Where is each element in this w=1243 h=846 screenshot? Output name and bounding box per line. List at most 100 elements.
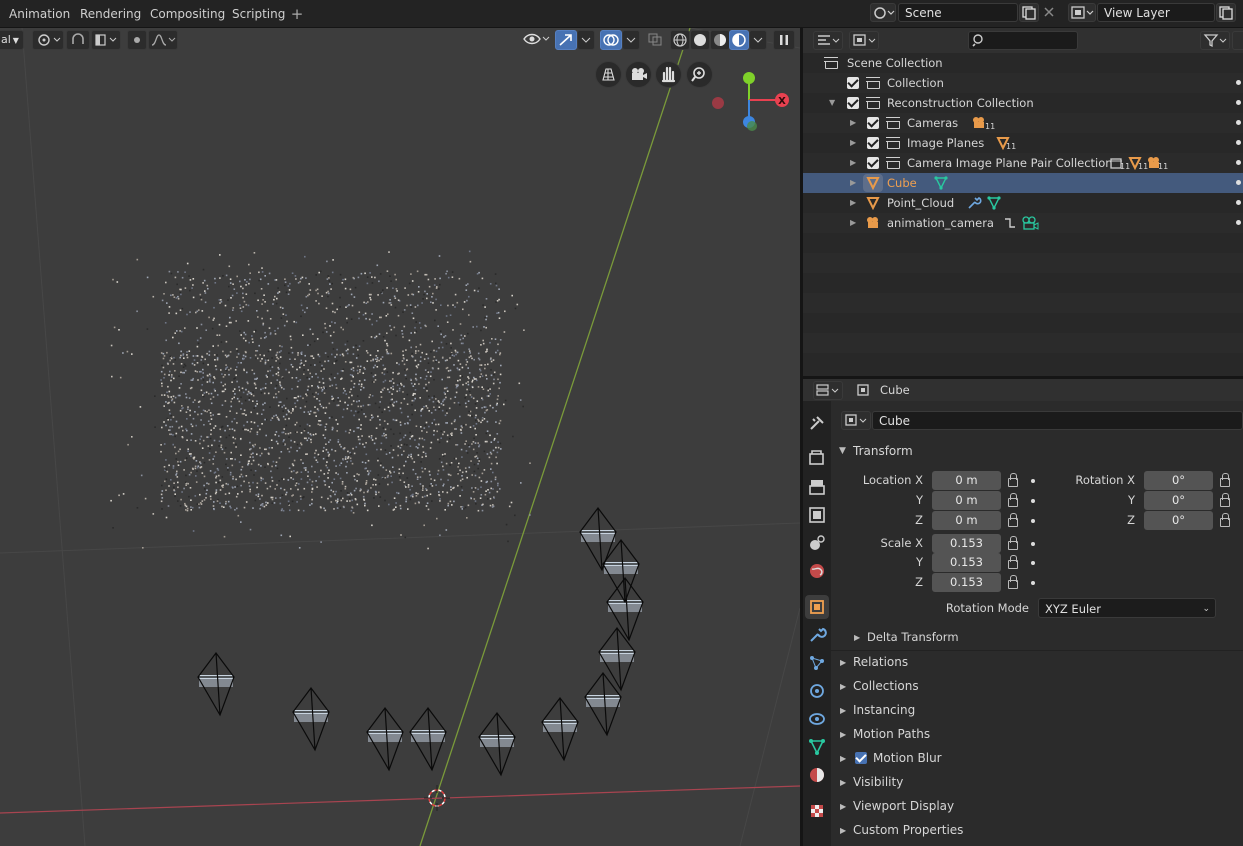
tree-row-cube[interactable]: ▶ Cube bbox=[803, 173, 1243, 193]
tree-row-collection[interactable]: Collection bbox=[803, 73, 1243, 93]
3d-viewport[interactable]: al ▼ X bbox=[0, 28, 800, 846]
tree-row-image-planes[interactable]: ▶ Image Planes 11 bbox=[803, 133, 1243, 153]
tab-rendering[interactable]: Rendering bbox=[71, 4, 150, 25]
subpanel-delta-transform[interactable]: ▶ Delta Transform bbox=[831, 626, 1243, 649]
outliner-search-input[interactable] bbox=[968, 31, 1078, 50]
scale-z-field[interactable]: 0.153 bbox=[932, 573, 1001, 592]
panel-transform[interactable]: ▼ Transform bbox=[831, 440, 1243, 463]
lock-icon[interactable] bbox=[1220, 513, 1230, 527]
lock-icon[interactable] bbox=[1008, 555, 1018, 569]
rotation-y-field[interactable]: 0° bbox=[1144, 491, 1213, 510]
lock-icon[interactable] bbox=[1008, 473, 1018, 487]
gizmo-toggle-icon[interactable] bbox=[555, 30, 577, 50]
panel-motion-paths[interactable]: ▶ Motion Paths bbox=[831, 723, 1243, 746]
new-view-layer-icon[interactable] bbox=[1216, 3, 1236, 22]
tab-render-icon[interactable] bbox=[805, 446, 829, 470]
keyframe-dot-icon[interactable] bbox=[1031, 499, 1035, 503]
lock-icon[interactable] bbox=[1008, 493, 1018, 507]
expand-arrow-icon[interactable]: ▼ bbox=[829, 93, 835, 113]
scene-name-field[interactable]: Scene bbox=[898, 3, 1018, 22]
location-x-field[interactable]: 0 m bbox=[932, 471, 1001, 490]
keyframe-dot-icon[interactable] bbox=[1031, 561, 1035, 565]
object-browse-icon[interactable] bbox=[841, 411, 871, 430]
scale-x-field[interactable]: 0.153 bbox=[932, 534, 1001, 553]
exclude-checkbox[interactable] bbox=[867, 137, 879, 149]
tree-row-animation-camera[interactable]: ▶ animation_camera bbox=[803, 213, 1243, 233]
tab-scripting[interactable]: Scripting bbox=[223, 4, 294, 25]
visibility-icon[interactable] bbox=[521, 30, 551, 50]
tab-material-icon[interactable] bbox=[805, 763, 829, 787]
tab-view-layer-icon[interactable] bbox=[805, 503, 829, 527]
filter-icon[interactable] bbox=[1200, 31, 1230, 50]
snap-icon[interactable] bbox=[66, 30, 90, 50]
navigation-gizmo[interactable]: X bbox=[705, 68, 800, 143]
solid-shading-icon[interactable] bbox=[690, 30, 710, 50]
tab-compositing[interactable]: Compositing bbox=[141, 4, 234, 25]
viewport-scene[interactable] bbox=[0, 28, 800, 846]
collapse-arrow-icon[interactable]: ▶ bbox=[850, 133, 856, 153]
new-scene-icon[interactable] bbox=[1019, 3, 1039, 22]
camera-view-icon[interactable] bbox=[625, 61, 652, 88]
exclude-checkbox[interactable] bbox=[847, 97, 859, 109]
lock-icon[interactable] bbox=[1008, 536, 1018, 550]
exclude-checkbox[interactable] bbox=[867, 117, 879, 129]
panel-viewport-display[interactable]: ▶ Viewport Display bbox=[831, 795, 1243, 818]
falloff-icon[interactable] bbox=[148, 30, 178, 50]
overlays-dropdown-icon[interactable] bbox=[622, 30, 640, 50]
tab-output-icon[interactable] bbox=[805, 475, 829, 499]
material-shading-icon[interactable] bbox=[710, 30, 730, 50]
location-z-field[interactable]: 0 m bbox=[932, 511, 1001, 530]
tab-constraints-icon[interactable] bbox=[805, 707, 829, 731]
new-collection-icon[interactable] bbox=[1232, 31, 1243, 50]
panel-motion-blur[interactable]: ▶ Motion Blur bbox=[831, 747, 1243, 770]
location-y-field[interactable]: 0 m bbox=[932, 491, 1001, 510]
object-mode-select[interactable]: al ▼ bbox=[0, 30, 24, 50]
keyframe-dot-icon[interactable] bbox=[1031, 581, 1035, 585]
tab-modifier-wrench-icon[interactable] bbox=[805, 623, 829, 647]
panel-relations[interactable]: ▶ Relations bbox=[831, 651, 1243, 674]
editor-type-icon[interactable] bbox=[813, 31, 843, 50]
rotation-z-field[interactable]: 0° bbox=[1144, 511, 1213, 530]
tab-texture-icon[interactable] bbox=[805, 799, 829, 823]
shading-dropdown-icon[interactable] bbox=[749, 30, 767, 50]
tab-animation[interactable]: Animation bbox=[0, 4, 79, 25]
panel-visibility[interactable]: ▶ Visibility bbox=[831, 771, 1243, 794]
keyframe-dot-icon[interactable] bbox=[1031, 479, 1035, 483]
pan-hand-icon[interactable] bbox=[655, 61, 682, 88]
overlays-toggle-icon[interactable] bbox=[600, 30, 622, 50]
tab-scene-icon[interactable] bbox=[805, 531, 829, 555]
collapse-arrow-icon[interactable]: ▶ bbox=[850, 153, 856, 173]
display-mode-icon[interactable] bbox=[849, 31, 879, 50]
panel-custom-properties[interactable]: ▶ Custom Properties bbox=[831, 819, 1243, 842]
tree-row-scene-collection[interactable]: Scene Collection bbox=[803, 53, 1243, 73]
add-workspace-button[interactable]: + bbox=[287, 4, 307, 25]
scale-y-field[interactable]: 0.153 bbox=[932, 553, 1001, 572]
lock-icon[interactable] bbox=[1220, 473, 1230, 487]
collapse-arrow-icon[interactable]: ▶ bbox=[850, 213, 856, 233]
panel-collections[interactable]: ▶ Collections bbox=[831, 675, 1243, 698]
tab-data-icon[interactable] bbox=[805, 735, 829, 759]
tab-particles-icon[interactable] bbox=[805, 651, 829, 675]
rotation-mode-select[interactable]: XYZ Euler ⌄ bbox=[1038, 598, 1216, 618]
exclude-checkbox[interactable] bbox=[867, 157, 879, 169]
snap-target-icon[interactable] bbox=[91, 30, 121, 50]
pause-render-icon[interactable] bbox=[773, 30, 795, 50]
wireframe-shading-icon[interactable] bbox=[670, 30, 690, 50]
rendered-shading-icon[interactable] bbox=[729, 30, 749, 50]
lock-icon[interactable] bbox=[1220, 493, 1230, 507]
tree-row-cameras[interactable]: ▶ Cameras 11 bbox=[803, 113, 1243, 133]
proportional-editing-icon[interactable] bbox=[127, 30, 147, 50]
tree-row-reconstruction-collection[interactable]: ▼ Reconstruction Collection bbox=[803, 93, 1243, 113]
lock-icon[interactable] bbox=[1008, 575, 1018, 589]
panel-instancing[interactable]: ▶ Instancing bbox=[831, 699, 1243, 722]
view-layer-icon[interactable] bbox=[1068, 3, 1096, 22]
tree-row-camera-image-plane-pair[interactable]: ▶ Camera Image Plane Pair Collection 11 … bbox=[803, 153, 1243, 173]
tab-physics-icon[interactable] bbox=[805, 679, 829, 703]
lock-icon[interactable] bbox=[1008, 513, 1018, 527]
gizmo-dropdown-icon[interactable] bbox=[577, 30, 595, 50]
rotation-x-field[interactable]: 0° bbox=[1144, 471, 1213, 490]
object-name-field[interactable]: Cube bbox=[872, 411, 1243, 430]
toggle-camera-ortho-icon[interactable] bbox=[595, 61, 622, 88]
scene-selector-icon[interactable] bbox=[870, 3, 896, 22]
view-layer-field[interactable]: View Layer bbox=[1097, 3, 1215, 22]
